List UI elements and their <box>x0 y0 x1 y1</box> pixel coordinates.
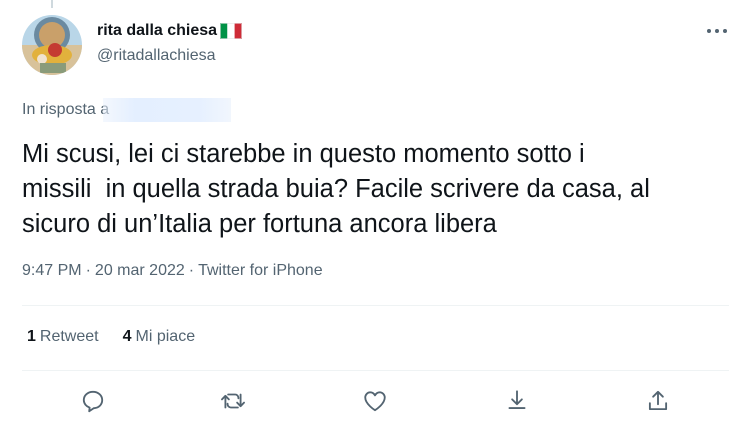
tweet-source[interactable]: Twitter for iPhone <box>198 262 323 280</box>
retweet-button[interactable] <box>215 383 251 419</box>
thread-connector-line <box>51 0 53 8</box>
tweet-time[interactable]: 9:47 PM <box>22 262 82 280</box>
reply-icon <box>82 390 104 413</box>
bookmark-icon <box>508 390 526 409</box>
share-button[interactable] <box>640 383 676 419</box>
meta-separator: · <box>85 262 91 279</box>
retweets-label: Retweet <box>39 328 99 345</box>
divider <box>22 370 729 371</box>
bookmark-button[interactable] <box>499 383 535 419</box>
action-bar <box>0 383 748 419</box>
author-handle[interactable]: @ritadallachiesa <box>97 47 216 65</box>
meta-separator: · <box>188 262 195 279</box>
tweet-date[interactable]: 20 mar 2022 <box>95 262 185 280</box>
reply-prefix: In risposta a <box>22 101 110 118</box>
likes-count: 4 <box>122 328 132 345</box>
more-options-button[interactable] <box>700 20 734 42</box>
likes-stat[interactable]: 4 Mi piace <box>123 328 195 350</box>
like-icon <box>364 391 386 412</box>
tweet-text: Mi scusi, lei ci starebbe in questo mome… <box>22 140 650 238</box>
avatar[interactable] <box>22 15 82 75</box>
likes-label: Mi piace <box>135 328 196 345</box>
retweet-icon <box>221 393 245 409</box>
more-icon <box>707 29 727 33</box>
retweets-count: 1 <box>27 328 36 345</box>
share-icon <box>648 390 668 411</box>
reply-button[interactable] <box>75 383 111 419</box>
engagement-stats: 1 Retweet 4 Mi piace <box>27 328 195 350</box>
like-button[interactable] <box>357 383 393 419</box>
italy-flag-icon <box>220 23 243 39</box>
divider <box>22 305 729 306</box>
avatar-image <box>22 15 82 75</box>
redacted-username <box>103 98 232 122</box>
tweet-metadata: 9:47 PM · 20 mar 2022 · Twitter for iPho… <box>22 262 323 280</box>
author-display-name[interactable]: rita dalla chiesa <box>97 22 217 40</box>
reply-context: In risposta a <box>22 98 232 122</box>
author-name-row[interactable]: rita dalla chiesa <box>97 20 243 42</box>
retweets-stat[interactable]: 1 Retweet <box>27 328 99 350</box>
